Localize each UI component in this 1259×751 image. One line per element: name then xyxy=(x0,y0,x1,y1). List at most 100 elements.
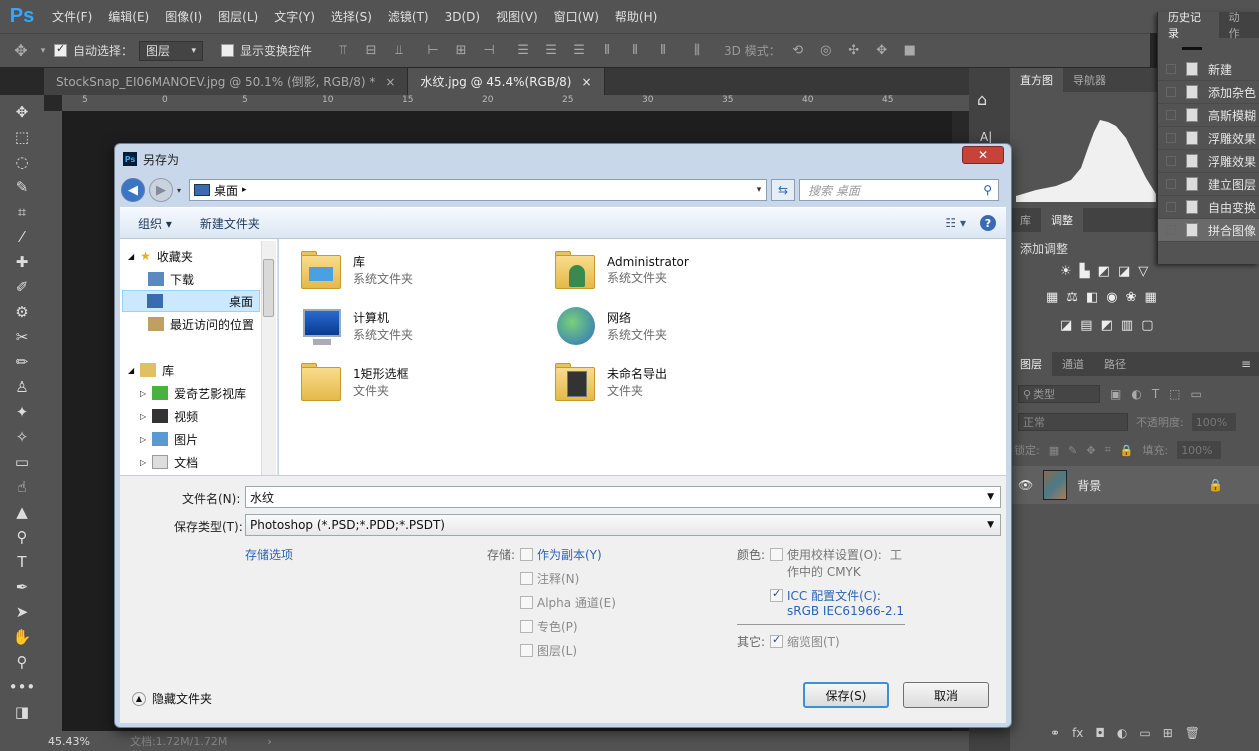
distribute-bottom-icon[interactable]: ☰ xyxy=(568,43,590,58)
forward-button[interactable]: ▶ xyxy=(149,178,173,202)
menu-filter[interactable]: 滤镜(T) xyxy=(380,8,437,25)
gradient-map-icon[interactable]: ▥ xyxy=(1121,318,1133,333)
status-arrow-icon[interactable]: › xyxy=(267,735,271,748)
organize-button[interactable]: 组织 ▾ xyxy=(138,215,172,232)
layer-style-icon[interactable]: fx xyxy=(1072,726,1083,740)
brightness-icon[interactable]: ☀ xyxy=(1060,264,1072,279)
layer-mask-icon[interactable]: ◘ xyxy=(1095,726,1105,740)
layer-name[interactable]: 背景 xyxy=(1077,477,1101,494)
cancel-button[interactable]: 取消 xyxy=(903,682,989,708)
opacity-value[interactable]: 100% xyxy=(1191,413,1236,431)
curves-icon[interactable]: ◩ xyxy=(1098,264,1110,279)
align-hcenter-icon[interactable]: ⊞ xyxy=(450,43,472,58)
filetype-select[interactable]: Photoshop (*.PSD;*.PDD;*.PSDT) ▼ xyxy=(245,514,1001,536)
vibrance-icon[interactable]: ▽ xyxy=(1138,264,1148,279)
group-icon[interactable]: ▭ xyxy=(1139,726,1150,740)
gradient-tool-icon[interactable]: ▭ xyxy=(7,449,37,474)
as-copy-checkbox[interactable]: 作为副本(Y) xyxy=(520,546,602,563)
refresh-button[interactable]: ⇆ xyxy=(771,179,796,201)
move-tool-icon[interactable]: ✥ xyxy=(10,41,32,60)
alpha-checkbox[interactable]: Alpha 通道(E) xyxy=(520,594,616,611)
panel-menu-icon[interactable]: ≡ xyxy=(1241,357,1259,371)
history-item[interactable]: 浮雕效果 xyxy=(1158,127,1259,150)
align-top-icon[interactable]: ⫪ xyxy=(332,43,354,58)
history-item[interactable]: 自由变换 xyxy=(1158,196,1259,219)
file-item-computer[interactable]: 计算机 系统文件夹 xyxy=(299,303,413,349)
posterize-icon[interactable]: ▤ xyxy=(1080,318,1092,333)
history-item[interactable]: 浮雕效果 xyxy=(1158,150,1259,173)
new-layer-icon[interactable]: ⊞ xyxy=(1163,726,1173,740)
spot-checkbox[interactable]: 专色(P) xyxy=(520,618,578,635)
burn-tool-icon[interactable]: ⚲ xyxy=(7,524,37,549)
distribute-right-icon[interactable]: ⦀ xyxy=(652,43,674,58)
path-select-tool-icon[interactable]: ➤ xyxy=(7,599,37,624)
layer-row-background[interactable]: 👁 背景 🔒 xyxy=(1010,466,1259,504)
3d-scale-icon[interactable]: ■ xyxy=(899,43,921,58)
levels-icon[interactable]: ▙ xyxy=(1080,264,1090,279)
distribute-top-icon[interactable]: ☰ xyxy=(512,43,534,58)
link-layers-icon[interactable]: ⚭ xyxy=(1050,726,1060,740)
stamp-tool-icon[interactable]: ⚙ xyxy=(7,299,37,324)
trash-icon[interactable]: 🗑 xyxy=(1185,726,1200,740)
chevron-down-icon[interactable]: ▼ xyxy=(987,492,994,502)
eyedropper-tool-icon[interactable]: ⁄ xyxy=(7,224,37,249)
notes-checkbox[interactable]: 注释(N) xyxy=(520,570,579,587)
close-icon[interactable]: × xyxy=(581,75,591,89)
history-snapshot[interactable] xyxy=(1158,38,1259,58)
smudge-tool-icon[interactable]: ☝ xyxy=(7,474,37,499)
filter-pixel-icon[interactable]: ▣ xyxy=(1110,387,1121,401)
zoom-level[interactable]: 45.43% xyxy=(48,735,90,748)
tool-preset-arrow-icon[interactable]: ▾ xyxy=(38,46,48,56)
lock-pixels-icon[interactable]: ▦ xyxy=(1049,444,1059,457)
nav-video[interactable]: ▷ 视频 xyxy=(140,405,280,427)
auto-select-checkbox[interactable] xyxy=(54,42,67,57)
file-item-library[interactable]: 库系统文件夹 xyxy=(299,247,413,293)
filter-type-icon[interactable]: T xyxy=(1152,387,1159,401)
hand-tool-icon[interactable]: ✋ xyxy=(7,624,37,649)
address-bar[interactable]: 桌面 ▸ ▾ xyxy=(189,179,768,201)
filter-smart-icon[interactable]: ▭ xyxy=(1191,387,1202,401)
auto-select-dropdown[interactable]: 图层 ▾ xyxy=(139,40,204,61)
help-icon[interactable]: ? xyxy=(980,215,996,231)
file-item-rect-marquee[interactable]: 1矩形选框 文件夹 xyxy=(299,359,409,405)
file-item-unnamed-export[interactable]: 未命名导出 文件夹 xyxy=(553,359,667,405)
file-item-network[interactable]: 网络 系统文件夹 xyxy=(553,303,667,349)
healing-tool-icon[interactable]: ✚ xyxy=(7,249,37,274)
icc-checkbox[interactable]: ICC 配置文件(C): xyxy=(770,587,881,604)
menu-3d[interactable]: 3D(D) xyxy=(437,10,488,24)
history-item-active[interactable]: 拼合图像 xyxy=(1158,219,1259,242)
save-button[interactable]: 保存(S) xyxy=(803,682,889,708)
character-panel-icon[interactable]: A| xyxy=(980,130,992,144)
dodge-tool-icon[interactable]: ✧ xyxy=(7,424,37,449)
chevron-down-icon[interactable]: ▾ xyxy=(752,185,766,195)
menu-window[interactable]: 窗口(W) xyxy=(546,8,607,25)
filename-field[interactable]: 水纹 ▼ xyxy=(245,486,1001,508)
hide-folders-button[interactable]: ▲ 隐藏文件夹 xyxy=(132,690,212,707)
history-item[interactable]: 新建 xyxy=(1158,58,1259,81)
history-item[interactable]: 添加杂色 xyxy=(1158,81,1259,104)
threshold-icon[interactable]: ◩ xyxy=(1101,318,1113,333)
black-white-icon[interactable]: ◧ xyxy=(1086,290,1098,305)
align-vcenter-icon[interactable]: ⊟ xyxy=(360,43,382,58)
marquee-tool-icon[interactable]: ⬚ xyxy=(7,124,37,149)
tab-actions[interactable]: 动作 xyxy=(1219,11,1259,40)
paint-bucket-tool-icon[interactable]: ♙ xyxy=(7,374,37,399)
nav-pictures[interactable]: ▷ 图片 xyxy=(140,428,280,450)
back-button[interactable]: ◀ xyxy=(121,178,145,202)
history-item[interactable]: 高斯模糊 xyxy=(1158,104,1259,127)
move-tool-icon[interactable]: ✥ xyxy=(7,99,37,124)
color-balance-icon[interactable]: ⚖ xyxy=(1066,290,1078,305)
zoom-tool-icon[interactable]: ⚲ xyxy=(7,649,37,674)
menu-file[interactable]: 文件(F) xyxy=(44,8,100,25)
tab-shuiwen[interactable]: 水纹.jpg @ 45.4%(RGB/8) × xyxy=(408,68,605,95)
tab-paths[interactable]: 路径 xyxy=(1094,352,1136,376)
color-lookup-icon[interactable]: ▦ xyxy=(1145,290,1157,305)
blend-mode-select[interactable]: 正常 xyxy=(1018,413,1128,431)
view-options-icon[interactable]: ☷ ▾ xyxy=(945,216,966,230)
quick-select-tool-icon[interactable]: ✎ xyxy=(7,174,37,199)
brush-tool-icon[interactable]: ✐ xyxy=(7,274,37,299)
nav-desktop[interactable]: 桌面 xyxy=(122,290,260,312)
tab-navigator[interactable]: 导航器 xyxy=(1063,68,1116,92)
nav-favorites[interactable]: ◢ ★ 收藏夹 xyxy=(128,245,268,267)
chevron-down-icon[interactable]: ▼ xyxy=(987,520,994,530)
